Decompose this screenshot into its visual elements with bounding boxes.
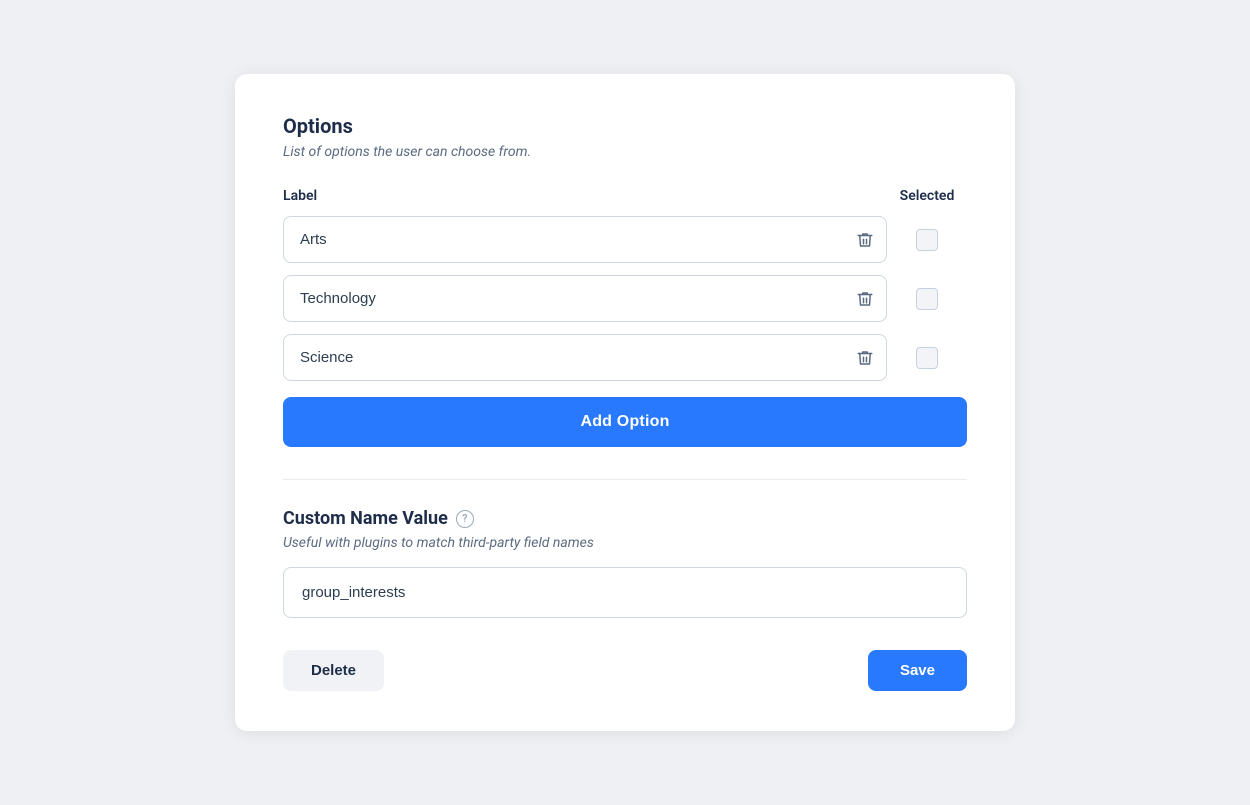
- checkbox-col-1: [887, 229, 967, 251]
- option-checkbox-2[interactable]: [916, 288, 938, 310]
- trash-icon-3: [856, 349, 874, 367]
- options-section: Options List of options the user can cho…: [283, 114, 967, 479]
- add-option-button[interactable]: Add Option: [283, 397, 967, 447]
- checkbox-col-3: [887, 347, 967, 369]
- option-input-1[interactable]: [284, 217, 844, 262]
- option-row-3: [283, 334, 967, 381]
- option-input-2[interactable]: [284, 276, 844, 321]
- section-divider: [283, 479, 967, 480]
- trash-icon-2: [856, 290, 874, 308]
- save-button[interactable]: Save: [868, 650, 967, 691]
- option-checkbox-3[interactable]: [916, 347, 938, 369]
- options-header: Label Selected: [283, 188, 967, 204]
- custom-name-title: Custom Name Value: [283, 508, 448, 529]
- custom-name-description: Useful with plugins to match third-party…: [283, 535, 967, 551]
- custom-name-header: Custom Name Value ?: [283, 508, 967, 529]
- option-input-3[interactable]: [284, 335, 844, 380]
- options-title: Options: [283, 114, 967, 138]
- option-input-wrapper-2: [283, 275, 887, 322]
- custom-name-input[interactable]: [283, 567, 967, 618]
- help-icon[interactable]: ?: [456, 510, 474, 528]
- option-checkbox-1[interactable]: [916, 229, 938, 251]
- delete-field-button[interactable]: Delete: [283, 650, 384, 691]
- delete-option-button-1[interactable]: [844, 223, 886, 257]
- options-description: List of options the user can choose from…: [283, 144, 967, 160]
- delete-option-button-2[interactable]: [844, 282, 886, 316]
- option-input-wrapper-1: [283, 216, 887, 263]
- selected-column-header: Selected: [887, 188, 967, 204]
- delete-option-button-3[interactable]: [844, 341, 886, 375]
- option-row-1: [283, 216, 967, 263]
- checkbox-col-2: [887, 288, 967, 310]
- main-card: Options List of options the user can cho…: [235, 74, 1015, 731]
- footer-buttons: Delete Save: [283, 650, 967, 691]
- option-row-2: [283, 275, 967, 322]
- label-column-header: Label: [283, 188, 887, 204]
- custom-name-section: Custom Name Value ? Useful with plugins …: [283, 508, 967, 650]
- trash-icon-1: [856, 231, 874, 249]
- option-input-wrapper-3: [283, 334, 887, 381]
